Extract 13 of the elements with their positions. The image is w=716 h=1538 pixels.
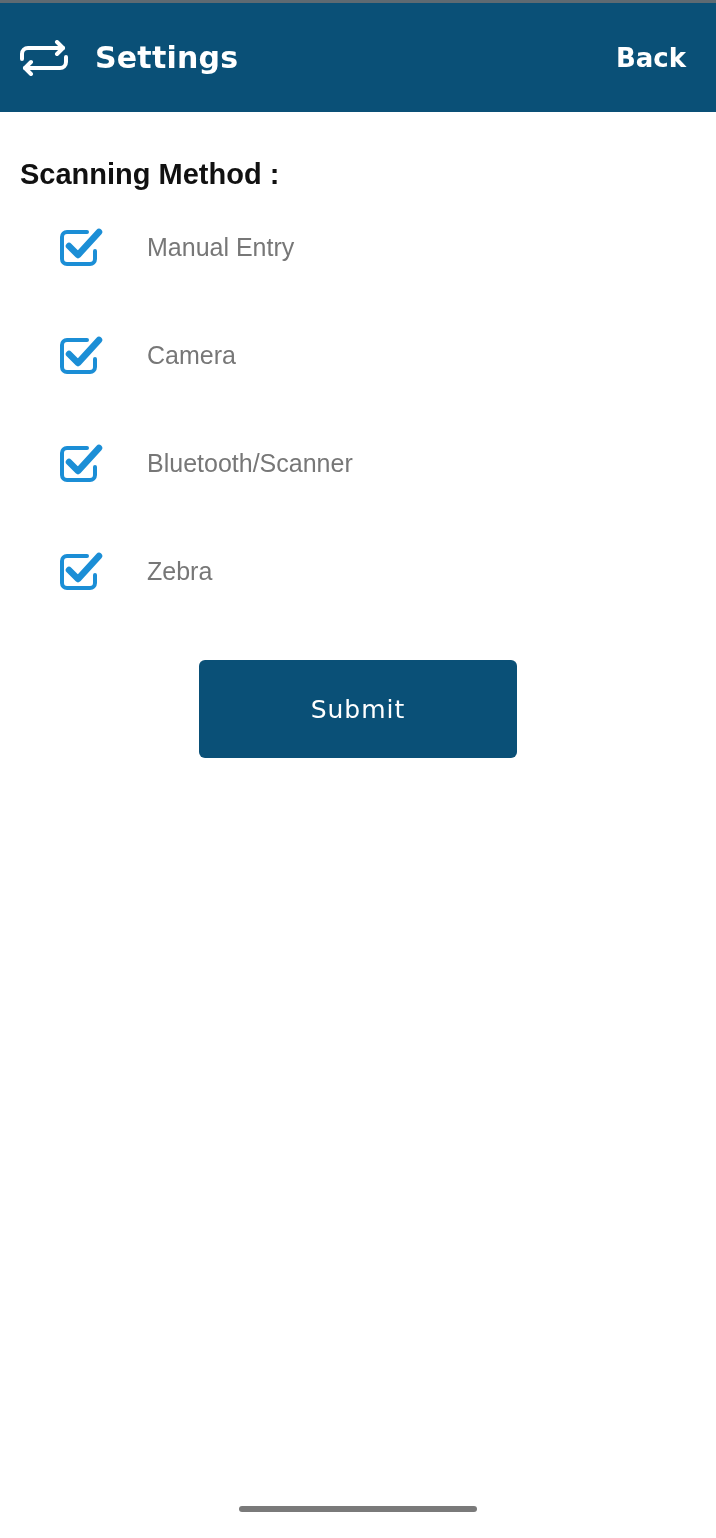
repeat-icon xyxy=(19,39,69,76)
option-label: Camera xyxy=(147,340,236,370)
section-heading: Scanning Method : xyxy=(20,157,281,192)
checked-checkbox-icon[interactable] xyxy=(59,226,103,268)
option-label: Bluetooth/Scanner xyxy=(147,448,353,478)
checked-checkbox-icon[interactable] xyxy=(59,334,103,376)
back-button[interactable]: Back xyxy=(601,38,700,77)
option-label: Manual Entry xyxy=(147,232,295,262)
option-label: Zebra xyxy=(147,556,213,586)
checked-checkbox-icon[interactable] xyxy=(59,442,103,484)
screen-title: Settings xyxy=(95,40,239,75)
submit-button[interactable]: Submit xyxy=(199,660,517,758)
checked-checkbox-icon[interactable] xyxy=(59,550,103,592)
